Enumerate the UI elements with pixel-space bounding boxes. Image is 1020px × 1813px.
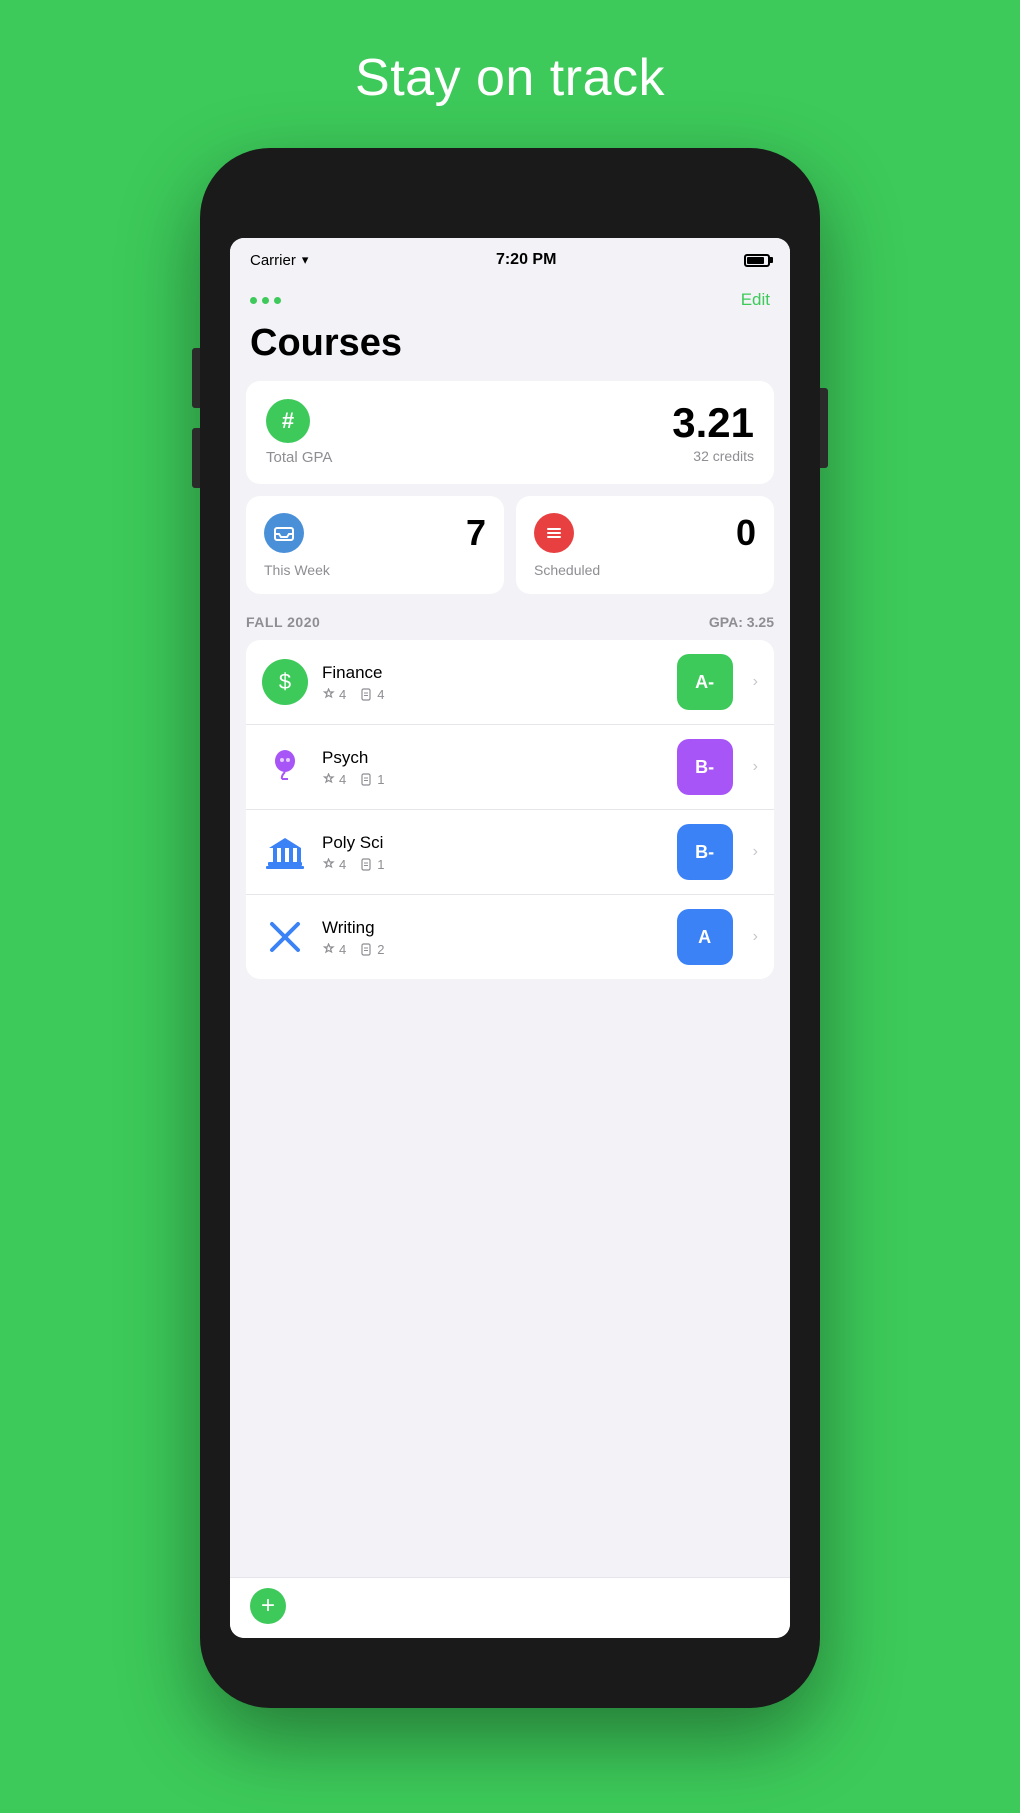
- course-info-finance: Finance 4 4: [322, 663, 663, 702]
- course-icon-polysci: [262, 829, 308, 875]
- grade-btn-psych[interactable]: B-: [677, 739, 733, 795]
- psych-docs: 1: [360, 772, 384, 787]
- battery-indicator: [744, 254, 770, 267]
- carrier-label: Carrier ▾: [250, 252, 308, 269]
- course-icon-writing: [262, 914, 308, 960]
- cards-section: # Total GPA 3.21 32 credits: [230, 381, 790, 594]
- this-week-row: 7: [264, 512, 486, 554]
- gpa-icon: #: [266, 399, 310, 443]
- courses-section: FALL 2020 GPA: 3.25 $ Finance 4: [230, 594, 790, 1577]
- battery-fill: [747, 257, 764, 264]
- dots-menu[interactable]: [250, 297, 281, 304]
- semester-gpa: GPA: 3.25: [709, 614, 774, 630]
- this-week-value: 7: [466, 512, 486, 554]
- app-content: Edit Courses # Total GPA 3.21 32 credits: [230, 282, 790, 1638]
- scheduled-value: 0: [736, 512, 756, 554]
- course-info-psych: Psych 4 1: [322, 748, 663, 787]
- chevron-psych: ›: [753, 758, 758, 776]
- polysci-docs: 1: [360, 857, 384, 872]
- semester-label: FALL 2020: [246, 614, 320, 630]
- polysci-stars: 4: [322, 857, 346, 872]
- writing-stars: 4: [322, 942, 346, 957]
- finance-stars: 4: [322, 687, 346, 702]
- dot2: [262, 297, 269, 304]
- volume-down-button: [192, 428, 200, 488]
- gpa-credits: 32 credits: [672, 448, 754, 464]
- phone-top: [200, 148, 820, 238]
- course-name-psych: Psych: [322, 748, 663, 768]
- dot3: [274, 297, 281, 304]
- phone-screen: Carrier ▾ 7:20 PM Edit Courses: [230, 238, 790, 1638]
- course-meta-writing: 4 2: [322, 942, 663, 957]
- scheduled-icon: [534, 513, 574, 553]
- volume-up-button: [192, 348, 200, 408]
- scheduled-label: Scheduled: [534, 562, 756, 578]
- grade-btn-polysci[interactable]: B-: [677, 824, 733, 880]
- grade-btn-writing[interactable]: A: [677, 909, 733, 965]
- gpa-card-left: # Total GPA: [266, 399, 332, 466]
- course-row-psych[interactable]: Psych 4 1: [246, 725, 774, 810]
- course-icon-finance: $: [262, 659, 308, 705]
- course-icon-psych: [262, 744, 308, 790]
- course-meta-finance: 4 4: [322, 687, 663, 702]
- status-bar: Carrier ▾ 7:20 PM: [230, 238, 790, 282]
- course-meta-polysci: 4 1: [322, 857, 663, 872]
- page-title: Courses: [230, 314, 790, 381]
- chevron-polysci: ›: [753, 843, 758, 861]
- psych-stars: 4: [322, 772, 346, 787]
- chevron-finance: ›: [753, 673, 758, 691]
- course-row-finance[interactable]: $ Finance 4 4: [246, 640, 774, 725]
- app-header: Edit: [230, 282, 790, 314]
- this-week-icon: [264, 513, 304, 553]
- small-cards-row: 7 This Week: [246, 496, 774, 594]
- scheduled-card[interactable]: 0 Scheduled: [516, 496, 774, 594]
- this-week-label: This Week: [264, 562, 486, 578]
- course-info-polysci: Poly Sci 4 1: [322, 833, 663, 872]
- gpa-card[interactable]: # Total GPA 3.21 32 credits: [246, 381, 774, 484]
- semester-header: FALL 2020 GPA: 3.25: [246, 614, 774, 630]
- course-name-writing: Writing: [322, 918, 663, 938]
- phone-frame: Carrier ▾ 7:20 PM Edit Courses: [200, 148, 820, 1708]
- this-week-card[interactable]: 7 This Week: [246, 496, 504, 594]
- power-button: [820, 388, 828, 468]
- chevron-writing: ›: [753, 928, 758, 946]
- course-name-polysci: Poly Sci: [322, 833, 663, 853]
- course-meta-psych: 4 1: [322, 772, 663, 787]
- gpa-value: 3.21: [672, 402, 754, 444]
- courses-list: $ Finance 4 4: [246, 640, 774, 979]
- gpa-label: Total GPA: [266, 449, 332, 466]
- grade-btn-finance[interactable]: A-: [677, 654, 733, 710]
- writing-docs: 2: [360, 942, 384, 957]
- bottom-bar: +: [230, 1577, 790, 1638]
- edit-button[interactable]: Edit: [741, 290, 770, 310]
- course-row-polysci[interactable]: Poly Sci 4 1: [246, 810, 774, 895]
- course-row-writing[interactable]: Writing 4 2: [246, 895, 774, 979]
- scheduled-row: 0: [534, 512, 756, 554]
- course-info-writing: Writing 4 2: [322, 918, 663, 957]
- battery-icon: [744, 254, 770, 267]
- finance-docs: 4: [360, 687, 384, 702]
- status-time: 7:20 PM: [496, 251, 556, 269]
- gpa-card-right: 3.21 32 credits: [672, 402, 754, 464]
- dot1: [250, 297, 257, 304]
- wifi-icon: ▾: [302, 252, 309, 268]
- course-name-finance: Finance: [322, 663, 663, 683]
- page-bg-title: Stay on track: [355, 48, 665, 108]
- add-button[interactable]: +: [250, 1588, 286, 1624]
